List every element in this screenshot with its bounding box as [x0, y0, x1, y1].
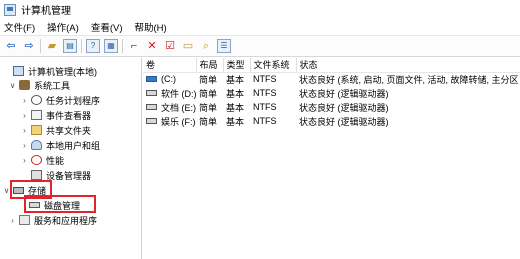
cell-filesystem: NTFS	[253, 88, 277, 98]
navigation-tree: 计算机管理(本地) ∨ 系统工具 › 任务计划程序 › 事件查看器 › 共享文件…	[0, 58, 142, 259]
help-icon[interactable]: ?	[86, 39, 100, 53]
computer-icon	[13, 66, 24, 76]
title-bar: 计算机管理	[0, 0, 520, 19]
forward-arrow-icon[interactable]: ⇨	[22, 39, 36, 53]
menu-bar: 文件(F) 操作(A) 查看(V) 帮助(H)	[0, 19, 520, 36]
disk-management-highlight-box	[24, 195, 96, 213]
column-header-layout[interactable]: 布局	[196, 58, 224, 73]
cell-volume: 文档 (E:)	[161, 102, 196, 113]
toolbar-separator	[81, 39, 82, 53]
main-area: 计算机管理(本地) ∨ 系统工具 › 任务计划程序 › 事件查看器 › 共享文件…	[0, 58, 520, 259]
chevron-right-icon[interactable]: ›	[20, 96, 29, 105]
cell-layout: 简单	[199, 116, 218, 127]
tree-item-label: 任务计划程序	[46, 95, 101, 106]
table-row[interactable]: 文档 (E:) 简单 基本 NTFS 状态良好 (逻辑驱动器)	[143, 100, 520, 114]
toolbar-separator	[40, 39, 41, 53]
volume-list-pane: 卷 布局 类型 文件系统 状态 (C:) 简单 基本 NTFS 状态良好 (系统…	[143, 58, 520, 259]
up-folder-icon[interactable]: ▰	[45, 39, 59, 53]
chevron-right-icon[interactable]: ›	[8, 216, 17, 225]
window-title: 计算机管理	[21, 6, 71, 17]
tree-item-computer-management[interactable]: 计算机管理(本地)	[2, 64, 97, 78]
cell-layout: 简单	[199, 74, 218, 85]
properties-icon[interactable]: ▦	[104, 39, 118, 53]
menu-action[interactable]: 操作(A)	[47, 20, 79, 34]
list-icon[interactable]: ☰	[217, 39, 231, 53]
cell-status: 状态良好 (逻辑驱动器)	[299, 102, 389, 113]
search-icon[interactable]: ⌕	[199, 39, 213, 53]
table-row[interactable]: 软件 (D:) 简单 基本 NTFS 状态良好 (逻辑驱动器)	[143, 86, 520, 100]
cell-status: 状态良好 (逻辑驱动器)	[299, 116, 389, 127]
cell-type: 基本	[226, 116, 245, 127]
toolbar-separator	[122, 39, 123, 53]
tree-item-label: 共享文件夹	[46, 125, 92, 136]
check-icon[interactable]: ☑	[163, 39, 177, 53]
new-folder-icon[interactable]: ▭	[181, 39, 195, 53]
volume-table: 卷 布局 类型 文件系统 状态 (C:) 简单 基本 NTFS 状态良好 (系统…	[143, 58, 520, 128]
chevron-right-icon[interactable]: ›	[20, 141, 29, 150]
tree-item-performance[interactable]: › 性能	[20, 153, 64, 167]
back-arrow-icon[interactable]: ⇦	[4, 39, 18, 53]
shared-folder-icon	[31, 125, 42, 135]
tree-item-services-applications[interactable]: › 服务和应用程序	[8, 213, 97, 227]
cell-volume: 娱乐 (F:)	[161, 116, 196, 127]
tree-item-label: 设备管理器	[46, 170, 92, 181]
device-manager-icon	[31, 170, 42, 180]
cell-type: 基本	[226, 102, 245, 113]
cell-volume: (C:)	[161, 74, 176, 85]
tree-item-label: 服务和应用程序	[34, 215, 98, 226]
clock-icon	[31, 95, 42, 105]
tree-item-task-scheduler[interactable]: › 任务计划程序	[20, 93, 100, 107]
cell-type: 基本	[226, 88, 245, 99]
performance-icon	[31, 155, 42, 165]
toolbar: ⇦ ⇨ ▰ ▤ ? ▦ ⌐ ✕ ☑ ▭ ⌕ ☰	[0, 36, 520, 57]
volume-icon	[146, 118, 157, 124]
table-row[interactable]: 娱乐 (F:) 简单 基本 NTFS 状态良好 (逻辑驱动器)	[143, 114, 520, 128]
tools-icon	[19, 80, 30, 90]
computer-management-icon	[4, 3, 16, 16]
tree-item-label: 本地用户和组	[46, 140, 101, 151]
volume-icon	[146, 104, 157, 110]
event-viewer-icon	[31, 110, 42, 120]
delete-icon[interactable]: ✕	[145, 39, 159, 53]
menu-help[interactable]: 帮助(H)	[134, 20, 166, 34]
tree-item-event-viewer[interactable]: › 事件查看器	[20, 108, 91, 122]
column-header-filesystem[interactable]: 文件系统	[250, 58, 297, 73]
cell-filesystem: NTFS	[253, 74, 277, 85]
tree-item-label: 系统工具	[34, 80, 71, 91]
cell-filesystem: NTFS	[253, 102, 277, 112]
tree-item-shared-folders[interactable]: › 共享文件夹	[20, 123, 91, 137]
show-hide-tree-icon[interactable]: ▤	[63, 39, 77, 53]
users-icon	[31, 140, 42, 150]
tree-item-local-users[interactable]: › 本地用户和组	[20, 138, 100, 152]
cell-layout: 简单	[199, 88, 218, 99]
menu-file[interactable]: 文件(F)	[4, 20, 35, 34]
cell-filesystem: NTFS	[253, 116, 277, 126]
column-header-volume[interactable]: 卷	[143, 58, 197, 73]
chevron-right-icon[interactable]: ›	[20, 156, 29, 165]
cell-type: 基本	[226, 74, 245, 85]
volume-icon	[146, 76, 157, 83]
map-drive-icon[interactable]: ⌐	[127, 39, 141, 53]
chevron-down-icon[interactable]: ∨	[8, 81, 17, 90]
tree-item-label: 计算机管理(本地)	[28, 66, 97, 77]
table-header-row: 卷 布局 类型 文件系统 状态	[143, 58, 520, 73]
cell-layout: 简单	[199, 102, 218, 113]
chevron-right-icon[interactable]: ›	[20, 126, 29, 135]
chevron-right-icon[interactable]: ›	[20, 111, 29, 120]
cell-status: 状态良好 (系统, 启动, 页面文件, 活动, 故障转储, 主分区	[299, 74, 519, 85]
tree-item-label: 性能	[46, 155, 65, 166]
column-header-status[interactable]: 状态	[296, 58, 520, 73]
cell-volume: 软件 (D:)	[161, 88, 196, 99]
cell-status: 状态良好 (逻辑驱动器)	[299, 88, 389, 99]
menu-view[interactable]: 查看(V)	[91, 20, 123, 34]
tree-item-system-tools[interactable]: ∨ 系统工具	[8, 78, 70, 92]
volume-icon	[146, 90, 157, 96]
tree-item-label: 事件查看器	[46, 110, 92, 121]
services-icon	[19, 215, 30, 225]
table-row[interactable]: (C:) 简单 基本 NTFS 状态良好 (系统, 启动, 页面文件, 活动, …	[143, 72, 520, 86]
column-header-type[interactable]: 类型	[223, 58, 251, 73]
